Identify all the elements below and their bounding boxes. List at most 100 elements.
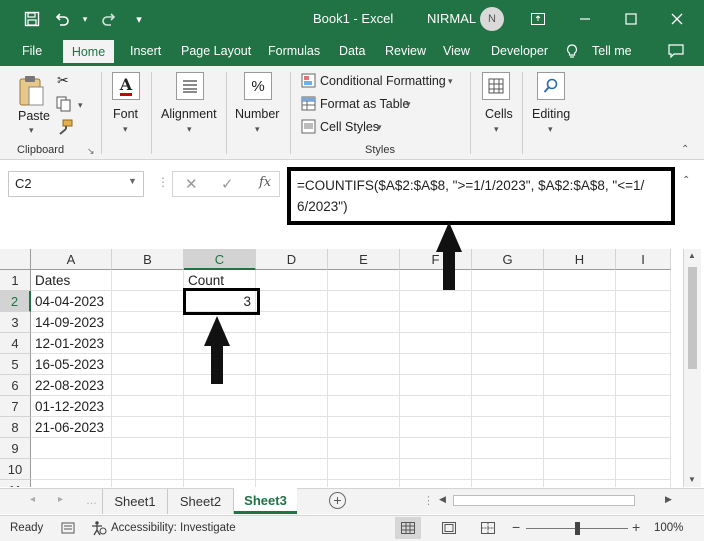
maximize-icon[interactable] <box>621 9 641 29</box>
scroll-right-icon[interactable]: ▶ <box>665 494 672 505</box>
cell-e5[interactable] <box>328 354 400 375</box>
scroll-sheets-right-icon[interactable]: ▸ <box>58 494 63 505</box>
cell-a7[interactable]: 01-12-2023 <box>31 396 112 417</box>
cell-g5[interactable] <box>472 354 544 375</box>
undo-dropdown-icon[interactable]: ▾ <box>75 9 95 29</box>
copy-dropdown-icon[interactable]: ▾ <box>78 100 83 111</box>
column-header-d[interactable]: D <box>256 249 328 270</box>
scroll-up-icon[interactable]: ▲ <box>688 251 696 260</box>
cell-e11[interactable] <box>328 480 400 487</box>
cell-h8[interactable] <box>544 417 616 438</box>
cell-f11[interactable] <box>400 480 472 487</box>
cell-a1[interactable]: Dates <box>31 270 112 291</box>
cell-b6[interactable] <box>112 375 184 396</box>
row-header-8[interactable]: 8 <box>0 417 31 438</box>
add-sheet-icon[interactable]: + <box>329 492 346 509</box>
cell-e4[interactable] <box>328 333 400 354</box>
page-break-view-icon[interactable] <box>481 522 495 537</box>
insert-function-icon[interactable]: fx <box>259 175 271 190</box>
cell-a3[interactable]: 14-09-2023 <box>31 312 112 333</box>
editing-dropdown-icon[interactable]: ▾ <box>548 124 553 135</box>
avatar[interactable]: N <box>480 7 504 31</box>
conditional-formatting-button[interactable]: Conditional Formatting <box>320 74 446 88</box>
cell-h9[interactable] <box>544 438 616 459</box>
cell-b5[interactable] <box>112 354 184 375</box>
scroll-sheets-left-icon[interactable]: ◂ <box>30 494 35 505</box>
collapse-formula-bar-icon[interactable]: ⌃ <box>682 175 690 186</box>
accessibility-status[interactable]: Accessibility: Investigate <box>111 522 236 534</box>
cell-f2[interactable] <box>400 291 472 312</box>
customize-toolbar-icon[interactable]: ▾ <box>129 9 149 29</box>
normal-view-icon[interactable] <box>395 517 421 539</box>
tab-data[interactable]: Data <box>339 44 365 58</box>
cell-h1[interactable] <box>544 270 616 291</box>
cut-icon[interactable]: ✂ <box>57 72 69 89</box>
cell-b3[interactable] <box>112 312 184 333</box>
cell-b1[interactable] <box>112 270 184 291</box>
cell-c7[interactable] <box>184 396 256 417</box>
editing-button[interactable]: Editing <box>532 107 570 121</box>
row-header-1[interactable]: 1 <box>0 270 31 291</box>
cell-i4[interactable] <box>616 333 671 354</box>
cell-d5[interactable] <box>256 354 328 375</box>
cell-d3[interactable] <box>256 312 328 333</box>
alignment-icon[interactable] <box>176 72 204 100</box>
cell-f9[interactable] <box>400 438 472 459</box>
cell-g11[interactable] <box>472 480 544 487</box>
undo-icon[interactable] <box>52 9 72 29</box>
clipboard-launcher-icon[interactable]: ↘ <box>87 146 95 157</box>
cells-dropdown-icon[interactable]: ▾ <box>494 124 499 135</box>
scroll-left-icon[interactable]: ◀ <box>439 494 446 505</box>
cell-a10[interactable] <box>31 459 112 480</box>
cell-h3[interactable] <box>544 312 616 333</box>
format-as-table-button[interactable]: Format as Table <box>320 97 409 111</box>
cell-i1[interactable] <box>616 270 671 291</box>
cell-h7[interactable] <box>544 396 616 417</box>
format-as-table-dropdown-icon[interactable]: ▾ <box>406 99 411 110</box>
column-header-h[interactable]: H <box>544 249 616 270</box>
zoom-in-icon[interactable]: + <box>632 519 640 535</box>
cell-g8[interactable] <box>472 417 544 438</box>
cell-a5[interactable]: 16-05-2023 <box>31 354 112 375</box>
cell-f3[interactable] <box>400 312 472 333</box>
tab-page-layout[interactable]: Page Layout <box>181 44 251 58</box>
cell-d4[interactable] <box>256 333 328 354</box>
tab-formulas[interactable]: Formulas <box>268 44 320 58</box>
cell-d11[interactable] <box>256 480 328 487</box>
tab-developer[interactable]: Developer <box>491 44 548 58</box>
cell-h6[interactable] <box>544 375 616 396</box>
paste-dropdown-icon[interactable]: ▾ <box>29 125 34 136</box>
cell-f4[interactable] <box>400 333 472 354</box>
cell-d7[interactable] <box>256 396 328 417</box>
cell-d9[interactable] <box>256 438 328 459</box>
row-header-2[interactable]: 2 <box>0 291 31 312</box>
cell-d10[interactable] <box>256 459 328 480</box>
editing-icon[interactable] <box>537 72 565 100</box>
cell-e7[interactable] <box>328 396 400 417</box>
alignment-button[interactable]: Alignment <box>161 107 217 121</box>
cell-h10[interactable] <box>544 459 616 480</box>
cell-h2[interactable] <box>544 291 616 312</box>
comments-icon[interactable] <box>668 44 684 61</box>
cell-i11[interactable] <box>616 480 671 487</box>
horizontal-scrollbar[interactable]: ◀ ▶ <box>437 493 679 509</box>
cell-d8[interactable] <box>256 417 328 438</box>
copy-icon[interactable] <box>56 96 72 115</box>
row-header-3[interactable]: 3 <box>0 312 31 333</box>
zoom-level[interactable]: 100% <box>654 522 683 534</box>
formula-input[interactable]: =COUNTIFS($A$2:$A$8, ">=1/1/2023", $A$2:… <box>287 167 675 225</box>
macro-record-icon[interactable] <box>61 521 75 538</box>
cell-b9[interactable] <box>112 438 184 459</box>
cell-c8[interactable] <box>184 417 256 438</box>
cell-a11[interactable] <box>31 480 112 487</box>
zoom-out-icon[interactable]: − <box>512 519 520 535</box>
cell-f6[interactable] <box>400 375 472 396</box>
row-header-7[interactable]: 7 <box>0 396 31 417</box>
cell-g9[interactable] <box>472 438 544 459</box>
cell-g6[interactable] <box>472 375 544 396</box>
save-icon[interactable] <box>22 9 42 29</box>
font-icon[interactable]: A <box>112 72 140 100</box>
cell-f7[interactable] <box>400 396 472 417</box>
cancel-icon[interactable]: ✕ <box>185 175 198 193</box>
cell-c9[interactable] <box>184 438 256 459</box>
